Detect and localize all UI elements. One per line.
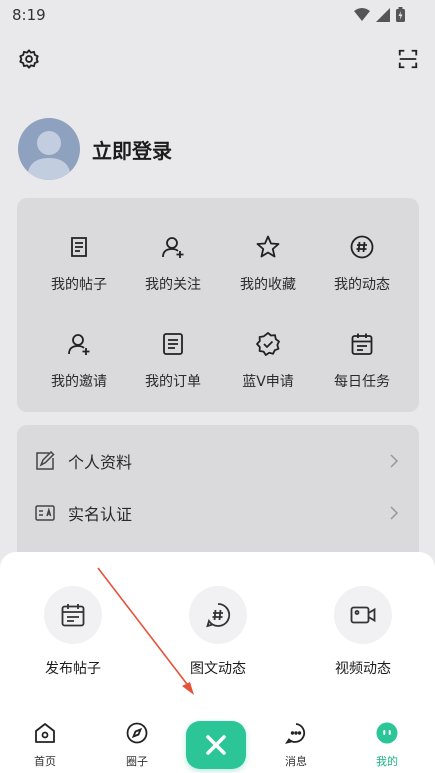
list-item-real-name-auth[interactable]: 实名认证 (17, 488, 419, 538)
action-label: 视频动态 (335, 661, 391, 677)
status-bar: 8:19 (0, 0, 435, 30)
status-time: 8:19 (12, 6, 46, 24)
grid-item-my-posts[interactable]: 我的帖子 (29, 234, 129, 294)
tab-label: 圈子 (126, 755, 148, 768)
signal-icon (376, 7, 390, 22)
grid-item-my-invites[interactable]: 我的邀请 (29, 331, 129, 391)
action-label: 图文动态 (190, 661, 246, 677)
list-item-profile[interactable]: 个人资料 (17, 436, 419, 486)
login-label: 立即登录 (92, 138, 172, 163)
grid-item-my-dynamics[interactable]: 我的动态 (312, 234, 412, 294)
grid-item-daily-tasks[interactable]: 每日任务 (312, 331, 412, 391)
home-icon (35, 723, 55, 743)
settings-gear-icon[interactable] (16, 46, 42, 72)
close-icon (206, 735, 226, 755)
grid-item-my-orders[interactable]: 我的订单 (123, 331, 223, 391)
grid-item-label: 我的邀请 (51, 374, 107, 390)
grid-item-my-favorites[interactable]: 我的收藏 (218, 234, 318, 294)
close-publish-button[interactable] (186, 721, 246, 769)
edit-profile-icon (36, 451, 55, 470)
tab-label: 我的 (376, 755, 398, 768)
feature-grid: 我的帖子 我的关注 我的收藏 我的动态 我的邀请 我的订单 蓝V申请 每日任务 (17, 198, 419, 412)
invite-user-icon (68, 334, 90, 355)
compass-icon (126, 722, 148, 744)
hash-icon (350, 235, 374, 259)
grid-item-label: 每日任务 (334, 374, 390, 390)
grid-item-blue-v-apply[interactable]: 蓝V申请 (218, 331, 318, 391)
grid-item-my-follows[interactable]: 我的关注 (123, 234, 223, 294)
calendar-post-icon (61, 604, 85, 627)
id-card-icon (35, 505, 55, 521)
profile-login[interactable]: 立即登录 (18, 118, 172, 180)
battery-icon (396, 7, 405, 22)
list-item-label: 个人资料 (68, 453, 133, 472)
grid-item-label: 我的关注 (145, 277, 201, 293)
order-icon (163, 333, 183, 355)
grid-item-label: 我的订单 (145, 374, 201, 390)
follow-user-icon (162, 237, 184, 258)
tab-label: 消息 (285, 755, 307, 768)
scan-icon[interactable] (395, 46, 421, 72)
tab-home[interactable]: 首页 (15, 721, 75, 769)
verified-badge-icon (256, 332, 280, 356)
tab-label: 首页 (34, 755, 56, 768)
publish-post-button[interactable]: 发布帖子 (13, 586, 133, 678)
wifi-icon (354, 7, 370, 21)
video-icon (350, 606, 376, 624)
post-icon (71, 237, 87, 257)
grid-item-label: 我的帖子 (51, 277, 107, 293)
settings-list: 个人资料 实名认证 (17, 425, 419, 565)
image-text-dynamic-button[interactable]: 图文动态 (158, 586, 278, 678)
star-icon (256, 235, 280, 258)
grid-item-label: 蓝V申请 (242, 374, 294, 390)
tab-messages[interactable]: 消息 (266, 721, 326, 769)
tab-circle[interactable]: 圈子 (107, 721, 167, 769)
avatar (18, 118, 80, 180)
video-dynamic-button[interactable]: 视频动态 (303, 586, 423, 678)
calendar-task-icon (351, 333, 373, 355)
list-item-label: 实名认证 (68, 505, 133, 524)
action-circle (189, 586, 247, 644)
grid-item-label: 我的动态 (334, 277, 390, 293)
action-circle (44, 586, 102, 644)
me-icon (376, 722, 398, 744)
chevron-right-icon (390, 454, 399, 468)
hash-chat-icon (206, 603, 231, 628)
message-icon (285, 723, 306, 744)
chevron-right-icon (390, 506, 399, 520)
tab-me[interactable]: 我的 (357, 721, 417, 769)
status-icons (354, 7, 405, 22)
action-circle (334, 586, 392, 644)
action-label: 发布帖子 (45, 661, 101, 677)
grid-item-label: 我的收藏 (240, 277, 296, 293)
